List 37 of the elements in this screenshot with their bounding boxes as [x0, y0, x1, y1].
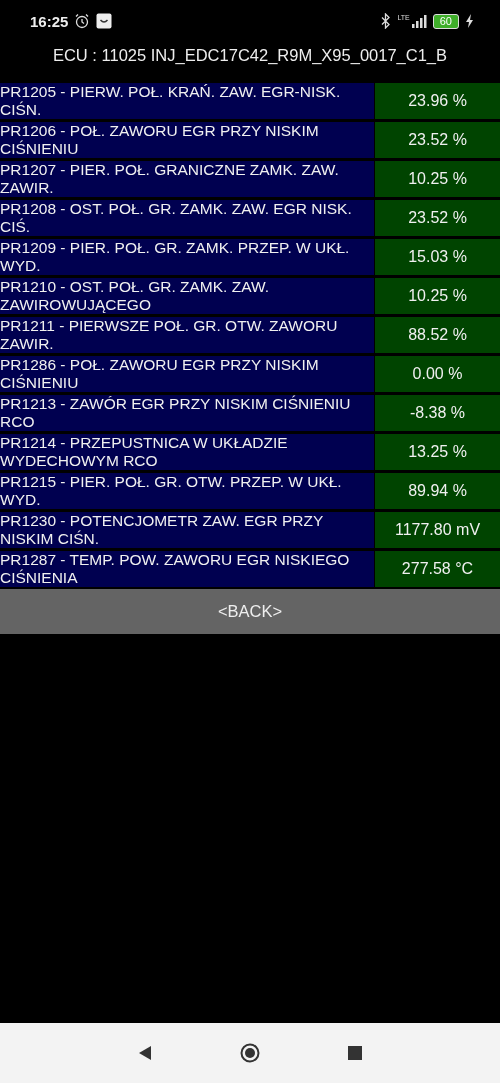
parameter-value: 0.00 % [375, 356, 500, 392]
parameter-name: PR1230 - POTENCJOMETR ZAW. EGR PRZY NISKIM CIŚN. [0, 512, 374, 548]
parameter-name: PR1213 - ZAWÓR EGR PRZY NISKIM CIŚNIENIU RCO [0, 395, 374, 431]
parameter-value: 10.25 % [375, 161, 500, 197]
clock-time: 16:25 [30, 12, 69, 30]
home-icon[interactable] [240, 1043, 260, 1063]
parameter-value: 1177.80 mV [375, 512, 500, 548]
parameter-name: PR1207 - PIER. POŁ. GRANICZNE ZAMK. ZAW. ZAWIR. [0, 161, 374, 197]
ecu-title: ECU : 11025 INJ_EDC17C42_R9M_X95_0017_C1_B [51, 45, 449, 66]
parameter-name: PR1205 - PIERW. POŁ. KRAŃ. ZAW. EGR-NISK. CIŚN. [0, 83, 374, 119]
back-button[interactable]: <BACK> [0, 589, 500, 634]
bluetooth-icon [381, 13, 392, 29]
parameter-value: 15.03 % [375, 239, 500, 275]
parameter-value: 89.94 % [375, 473, 500, 509]
parameter-value: -8.38 % [375, 395, 500, 431]
parameter-value: 23.52 % [375, 122, 500, 158]
back-icon[interactable] [138, 1045, 152, 1061]
parameter-name: PR1206 - POŁ. ZAWORU EGR PRZY NISKIM CIŚNIENIU [0, 122, 374, 158]
parameter-name: PR1208 - OST. POŁ. GR. ZAMK. ZAW. EGR NISK. CIŚ. [0, 200, 374, 236]
parameter-value: 10.25 % [375, 278, 500, 314]
parameter-value: 23.52 % [375, 200, 500, 236]
parameter-name: PR1209 - PIER. POŁ. GR. ZAMK. PRZEP. W UKŁ. WYD. [0, 239, 374, 275]
parameter-value: 13.25 % [375, 434, 500, 470]
parameter-name: PR1287 - TEMP. POW. ZAWORU EGR NISKIEGO CIŚNIENIA [0, 551, 374, 587]
parameter-name: PR1210 - OST. POŁ. GR. ZAMK. ZAW. ZAWIROWUJĄCEGO [0, 278, 374, 314]
alarm-clock-icon [74, 13, 91, 29]
parameter-name: PR1211 - PIERWSZE POŁ. GR. OTW. ZAWORU ZAWIR. [0, 317, 374, 353]
battery-indicator: 60 [432, 13, 459, 29]
parameter-name: PR1214 - PRZEPUSTNICA W UKŁADZIE WYDECHOWYM RCO [0, 434, 374, 470]
parameter-value: 23.96 % [375, 83, 500, 119]
parameter-value: 88.52 % [375, 317, 500, 353]
parameter-value: 277.58 °C [375, 551, 500, 587]
charging-bolt-icon [465, 14, 474, 28]
parameter-name: PR1286 - POŁ. ZAWORU EGR PRZY NISKIM CIŚNIENIU [0, 356, 374, 392]
signal-icon [410, 14, 427, 28]
smiley-app-icon [96, 13, 113, 29]
parameter-name: PR1215 - PIER. POŁ. GR. OTW. PRZEP. W UKŁ. WYD. [0, 473, 374, 509]
